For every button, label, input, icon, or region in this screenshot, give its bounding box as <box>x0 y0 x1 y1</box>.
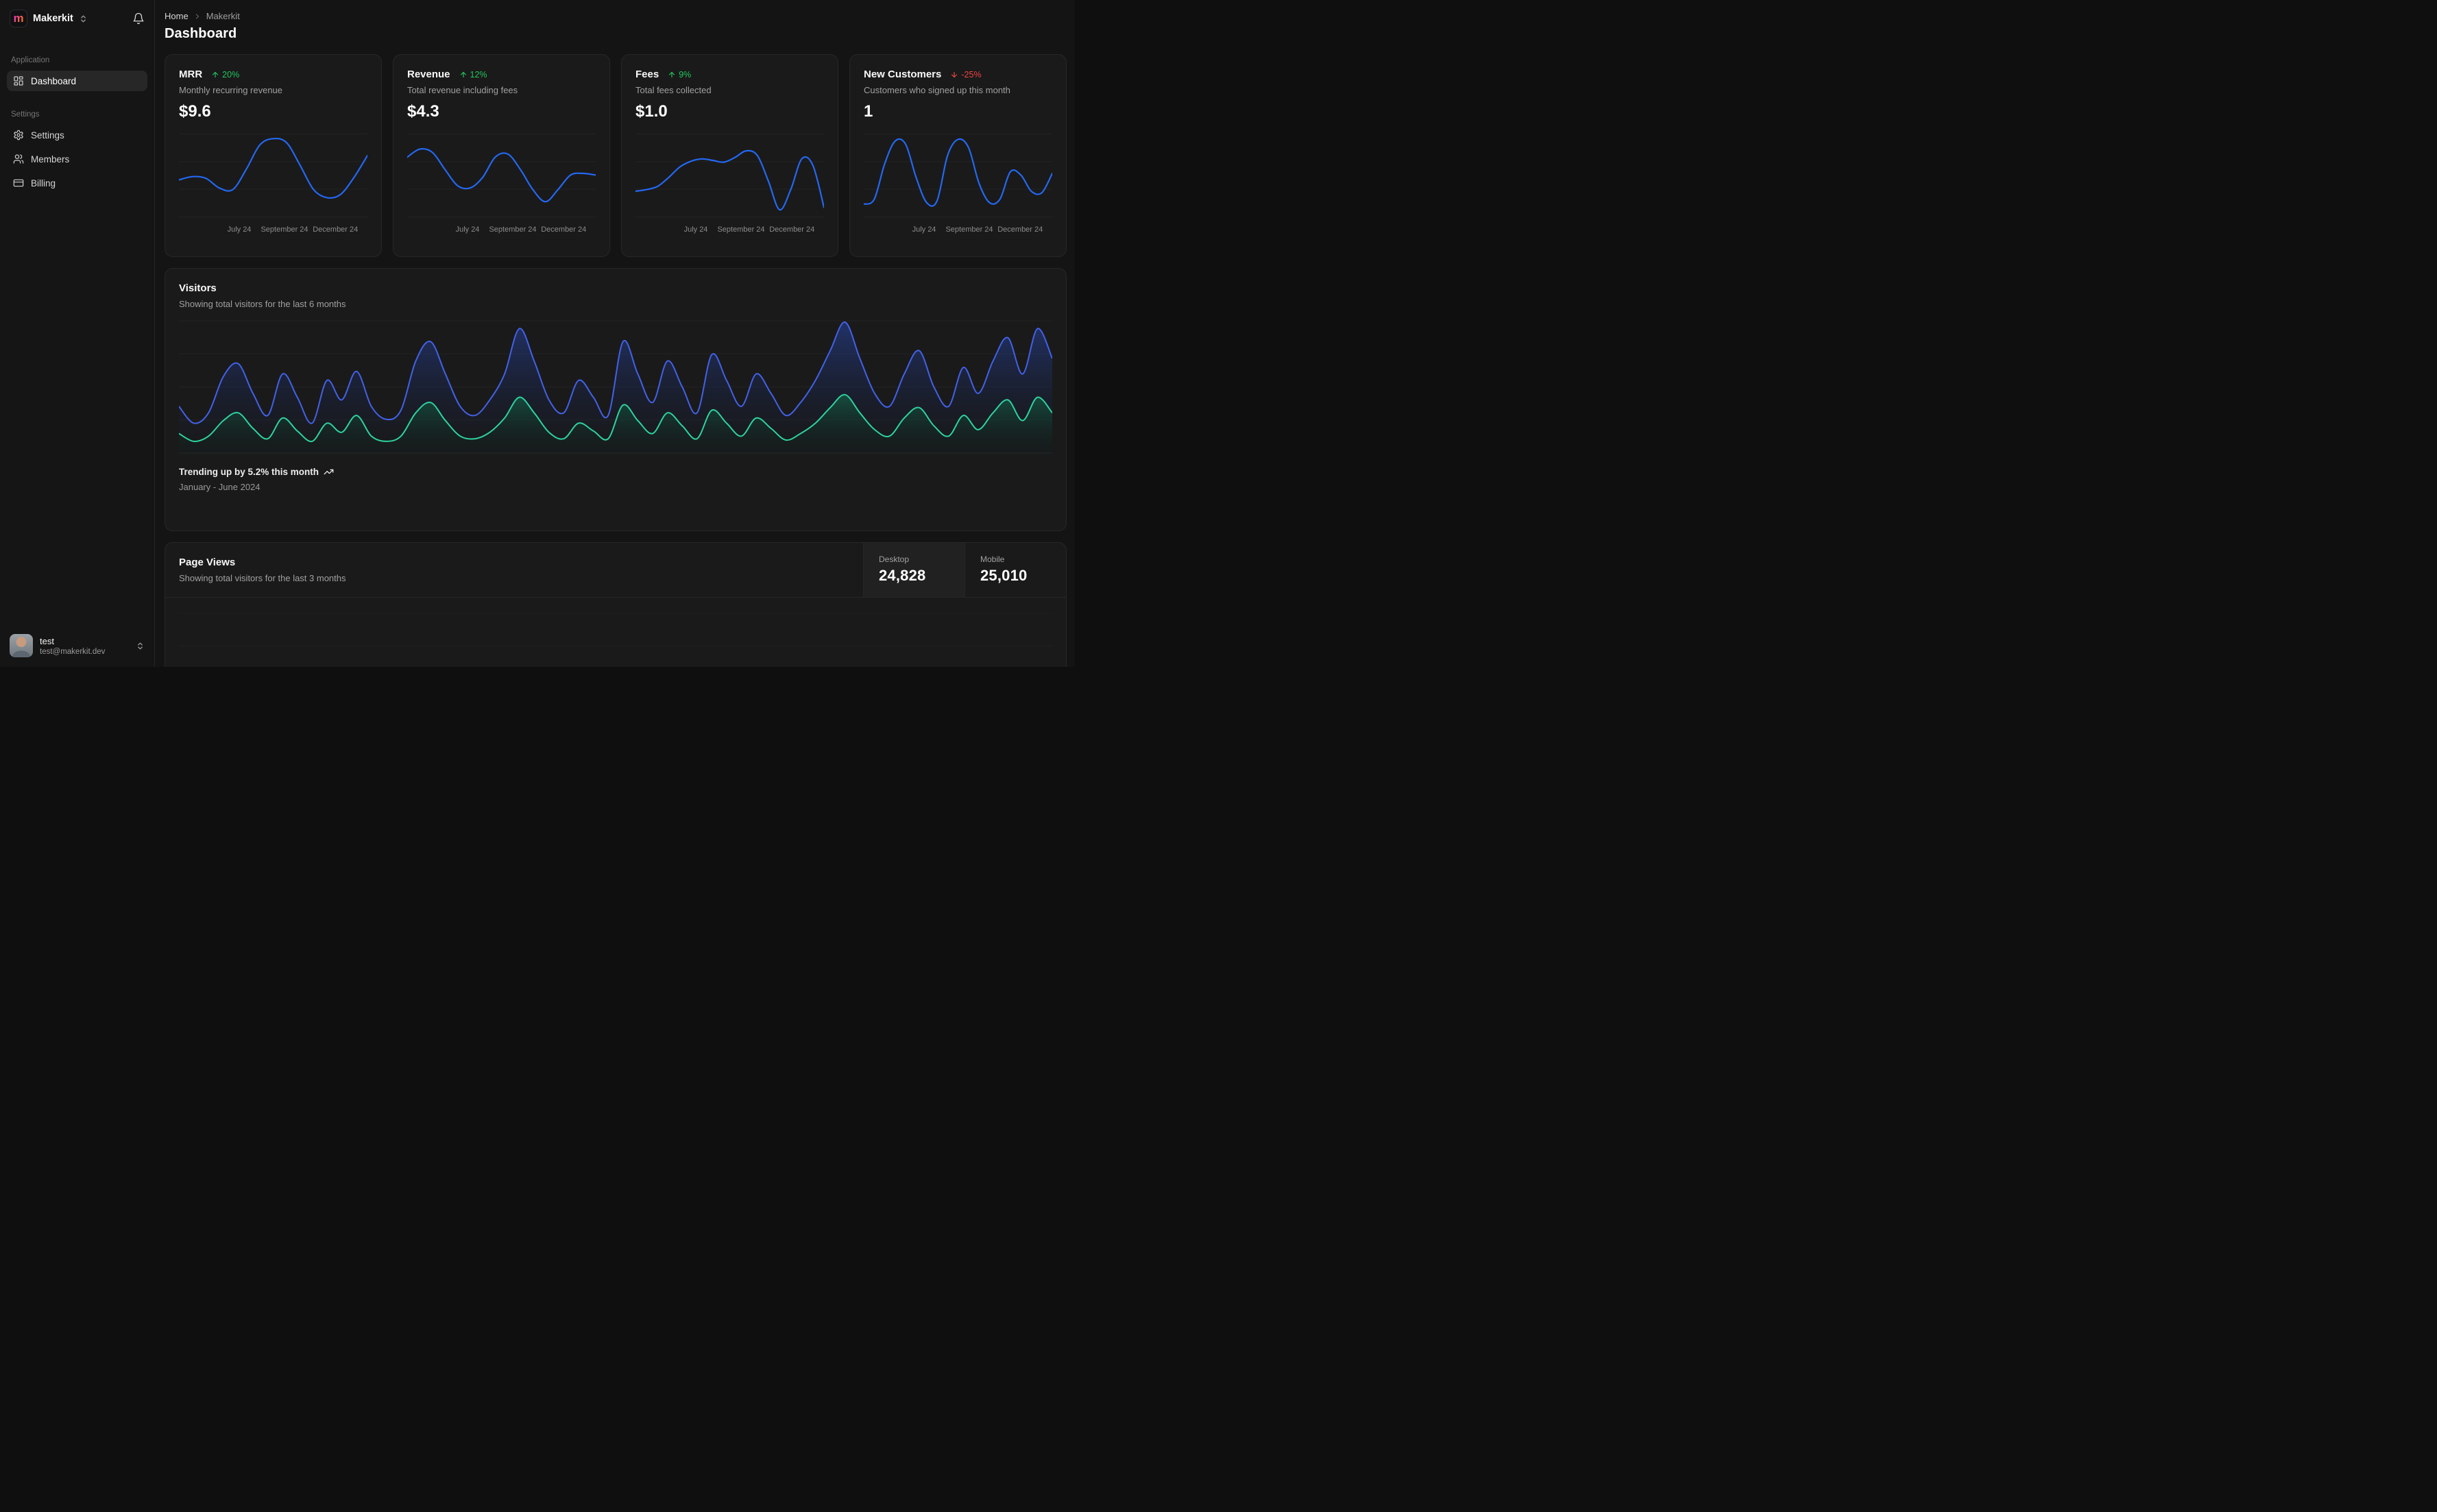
arrow-up-icon <box>459 71 468 79</box>
sidebar-item-members[interactable]: Members <box>7 149 147 169</box>
sidebar-item-label: Settings <box>31 130 64 141</box>
trending-up-icon <box>324 467 334 477</box>
stat-value: $1.0 <box>635 102 668 121</box>
sparkline-x-axis: July 24 September 24 December 24 <box>455 225 587 234</box>
stat-card-fees: Fees 9% Total fees collected $1.0 July 2… <box>621 54 838 257</box>
app-root: m Makerkit Application Dashboard Setting… <box>0 0 1075 667</box>
page-views-card: Page Views Showing total visitors for th… <box>165 542 1067 667</box>
sidebar-item-billing[interactable]: Billing <box>7 173 147 193</box>
mrr-sparkline-chart <box>179 130 367 219</box>
arrow-up-icon <box>211 71 219 79</box>
dashboard-icon <box>13 75 24 86</box>
toggle-mobile-value: 25,010 <box>980 567 1028 584</box>
stat-card-new-customers: New Customers -25% Customers who signed … <box>849 54 1067 257</box>
sparkline-x-axis: July 24 September 24 December 24 <box>683 225 815 234</box>
sidebar-item-label: Billing <box>31 178 56 188</box>
workspace-name[interactable]: Makerkit <box>33 13 73 24</box>
stat-subtitle: Total revenue including fees <box>407 85 518 95</box>
stat-value: $9.6 <box>179 102 211 121</box>
page-title: Dashboard <box>165 26 237 41</box>
stat-value: 1 <box>864 102 873 121</box>
visitors-date-range: January - June 2024 <box>179 482 260 492</box>
sidebar: m Makerkit Application Dashboard Setting… <box>0 0 155 667</box>
sidebar-item-label: Dashboard <box>31 75 77 86</box>
visitors-trend-text: Trending up by 5.2% this month <box>179 467 319 477</box>
visitors-footer: Trending up by 5.2% this month January -… <box>179 467 1052 492</box>
sidebar-nav: Application Dashboard Settings Settings … <box>0 37 154 197</box>
toggle-mobile-label: Mobile <box>980 554 1005 564</box>
stat-delta-badge: 12% <box>459 70 487 80</box>
stat-card-revenue: Revenue 12% Total revenue including fees… <box>393 54 610 257</box>
stat-title: New Customers <box>864 69 942 80</box>
nav-section-settings: Settings <box>11 110 40 119</box>
notifications-bell-icon[interactable] <box>132 12 145 25</box>
arrow-up-icon <box>668 71 676 79</box>
logo-letter: m <box>13 11 24 25</box>
sidebar-item-label: Members <box>31 154 70 164</box>
visitors-card: Visitors Showing total visitors for the … <box>165 268 1067 531</box>
stat-title: Revenue <box>407 69 450 80</box>
visitors-subtitle: Showing total visitors for the last 6 mo… <box>179 299 346 309</box>
users-icon <box>13 154 24 164</box>
chevron-right-icon <box>193 12 202 21</box>
user-meta: test test@makerkit.dev <box>40 636 105 656</box>
stat-delta-badge: 20% <box>211 70 239 80</box>
page-views-subtitle: Showing total visitors for the last 3 mo… <box>179 573 346 583</box>
stat-title: Fees <box>635 69 659 80</box>
makerkit-logo: m <box>10 10 27 27</box>
sidebar-item-settings[interactable]: Settings <box>7 125 147 145</box>
visitors-title: Visitors <box>179 282 217 294</box>
nav-section-application: Application <box>11 56 50 64</box>
stat-delta-badge: -25% <box>950 70 982 80</box>
arrow-down-icon <box>950 71 958 79</box>
toggle-desktop[interactable]: Desktop 24,828 <box>863 543 965 597</box>
user-email: test@makerkit.dev <box>40 647 106 656</box>
sparkline-x-axis: July 24 September 24 December 24 <box>227 225 359 234</box>
avatar <box>10 634 33 657</box>
page-views-bar-chart <box>179 598 1052 667</box>
stat-title: MRR <box>179 69 203 80</box>
toggle-desktop-label: Desktop <box>879 554 910 564</box>
chevrons-up-down-icon[interactable] <box>79 14 88 23</box>
sparkline-x-axis: July 24 September 24 December 24 <box>912 225 1043 234</box>
breadcrumb-makerkit[interactable]: Makerkit <box>206 11 240 21</box>
sidebar-item-dashboard[interactable]: Dashboard <box>7 71 147 91</box>
user-menu[interactable]: test test@makerkit.dev <box>0 626 154 667</box>
revenue-sparkline-chart <box>407 130 596 219</box>
stat-subtitle: Total fees collected <box>635 85 712 95</box>
gear-icon <box>13 130 24 141</box>
toggle-desktop-value: 24,828 <box>879 567 926 584</box>
breadcrumb-home[interactable]: Home <box>165 11 189 21</box>
user-name: test <box>40 635 54 646</box>
sidebar-header: m Makerkit <box>0 0 154 37</box>
stat-card-mrr: MRR 20% Monthly recurring revenue $9.6 J… <box>165 54 382 257</box>
credit-card-icon <box>13 178 24 188</box>
fees-sparkline-chart <box>635 130 824 219</box>
stat-delta-badge: 9% <box>668 70 691 80</box>
toggle-mobile[interactable]: Mobile 25,010 <box>965 543 1066 597</box>
new-customers-sparkline-chart <box>864 130 1052 219</box>
stat-value: $4.3 <box>407 102 439 121</box>
page-views-header: Page Views Showing total visitors for th… <box>165 543 1066 598</box>
chevrons-up-down-icon[interactable] <box>136 642 145 650</box>
main-content: Home Makerkit Dashboard MRR 20% Monthly … <box>155 0 1075 667</box>
stat-subtitle: Customers who signed up this month <box>864 85 1010 95</box>
visitors-area-chart <box>179 320 1052 454</box>
breadcrumb: Home Makerkit <box>165 11 1067 21</box>
stat-cards-row: MRR 20% Monthly recurring revenue $9.6 J… <box>165 54 1067 257</box>
page-views-title: Page Views <box>179 557 236 568</box>
stat-subtitle: Monthly recurring revenue <box>179 85 283 95</box>
